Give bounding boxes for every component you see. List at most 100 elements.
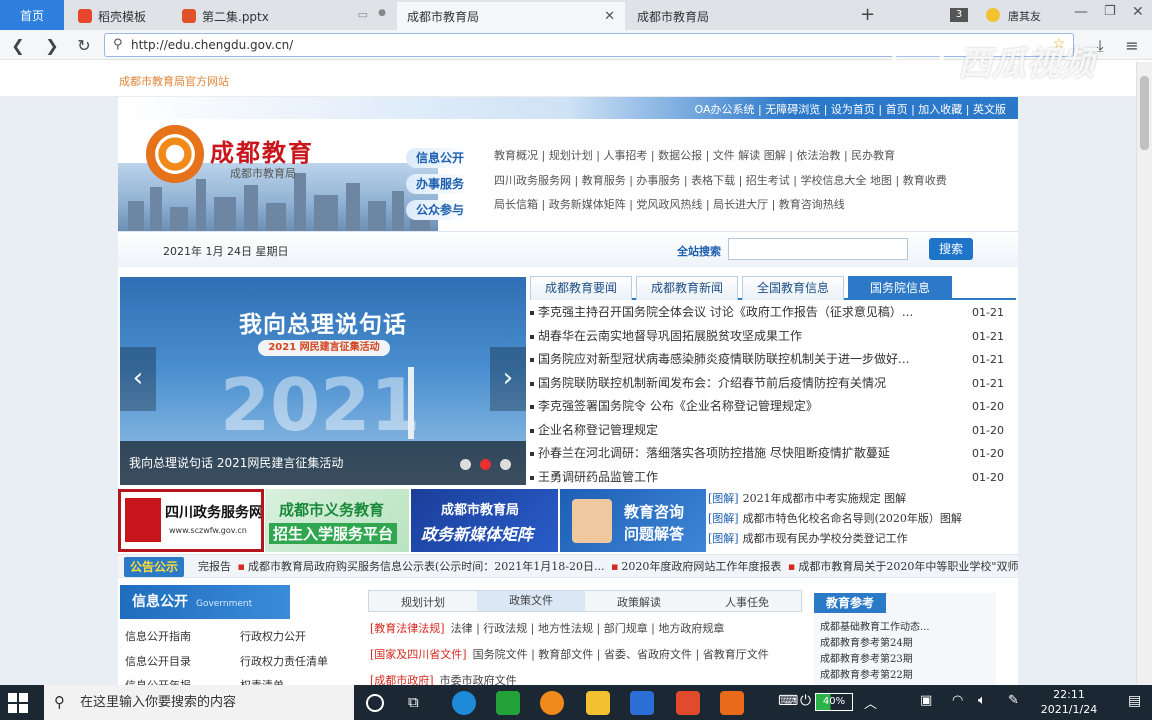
wps-writer-icon[interactable]	[630, 691, 654, 715]
news-item[interactable]: 胡春华在云南实地督导巩固拓展脱贫攻坚成果工作 01-21	[528, 325, 1016, 349]
new-tab-button[interactable]: +	[860, 4, 875, 25]
list-item[interactable]: 成都教育参考第24期	[820, 634, 913, 649]
tab-state-council-info[interactable]: 国务院信息	[848, 276, 952, 300]
nav-row-2[interactable]: 四川政务服务网 | 教育服务 | 办事服务 | 表格下载 | 招生考试 | 学校…	[494, 172, 947, 188]
tab-chengdu-edu-news[interactable]: 成都教育新闻	[636, 276, 738, 300]
news-item[interactable]: 王勇调研药品监管工作 01-20	[528, 466, 1016, 490]
volume-icon[interactable]: 🔈︎	[978, 693, 986, 708]
minimize-icon[interactable]: —	[1074, 4, 1088, 20]
tab-count-badge[interactable]: 3	[950, 8, 968, 22]
list-item[interactable]: 成都教育参考第23期	[820, 650, 913, 665]
info-link[interactable]: 行政权力公开	[240, 628, 306, 644]
notice-text[interactable]: 完报告 ▪ 成都市教育局政府购买服务信息公示表(公示时间：2021年1月18-20…	[198, 555, 1018, 577]
info-link[interactable]: 行政权力责任清单	[240, 653, 328, 669]
avatar[interactable]	[986, 8, 1000, 22]
site-title[interactable]: 成都教育	[210, 133, 314, 168]
news-title[interactable]: 胡春华在云南实地督导巩固拓展脱贫攻坚成果工作	[538, 325, 968, 349]
pen-icon[interactable]: ✎	[1008, 693, 1019, 708]
video-player-icon[interactable]	[720, 691, 744, 715]
browser-icon[interactable]	[452, 691, 476, 715]
carousel-dot[interactable]	[460, 459, 471, 470]
monitor-icon[interactable]: ▭	[358, 8, 368, 21]
news-item[interactable]: 企业名称登记管理规定 01-20	[528, 419, 1016, 443]
label-info-public[interactable]: 信息公开	[406, 148, 470, 168]
news-item[interactable]: 孙春兰在河北调研：落细落实各项防控措施 尽快阻断疫情扩散蔓延 01-20	[528, 442, 1016, 466]
notice-item[interactable]: 2020年度政府网站工作年度报表	[621, 560, 781, 573]
restore-icon[interactable]: ❐	[1104, 4, 1116, 19]
news-title[interactable]: 李克强签署国务院令 公布《企业名称登记管理规定》	[538, 395, 968, 419]
tab-personnel[interactable]: 人事任免	[693, 594, 801, 610]
keyboard-icon[interactable]: ⌨	[778, 693, 798, 709]
policy-row[interactable]: [教育法律法规] 法律 | 行政法规 | 地方性法规 | 部门规章 | 地方政府规…	[370, 620, 724, 636]
user-name[interactable]: 唐其友	[1008, 8, 1041, 24]
info-link[interactable]: 信息公开指南	[125, 628, 191, 644]
news-title[interactable]: 王勇调研药品监管工作	[538, 466, 968, 490]
education-logo[interactable]	[146, 125, 204, 183]
tab-national-edu-info[interactable]: 全国教育信息	[742, 276, 844, 300]
list-item[interactable]: 成都基础教育工作动态...	[820, 618, 930, 633]
label-services[interactable]: 办事服务	[406, 174, 470, 194]
system-clock[interactable]: 22:11 2021/1/24	[1024, 687, 1114, 717]
info-link[interactable]: 权责清单	[240, 677, 284, 685]
info-link[interactable]: 信息公开目录	[125, 653, 191, 669]
site-search-input[interactable]	[728, 238, 908, 260]
banner-edu-consultation[interactable]: 教育咨询 问题解答	[560, 489, 706, 552]
forward-icon[interactable]: ❯	[42, 36, 62, 55]
page-scrollbar[interactable]	[1136, 62, 1152, 685]
windows-start-icon[interactable]	[8, 693, 28, 713]
nav-row-1[interactable]: 教育概况 | 规划计划 | 人事招考 | 数据公报 | 文件 解读 图解 | 依…	[494, 147, 895, 163]
policy-row[interactable]: [成都市政府] 市委市政府文件	[370, 672, 517, 685]
window-close-icon[interactable]: ✕	[1132, 4, 1144, 20]
tab-chengdu-edu-highlights[interactable]: 成都教育要闻	[530, 276, 632, 300]
tab-chengdu-edu[interactable]: 成都市教育局	[627, 2, 847, 30]
tab-policy-interpretation[interactable]: 政策解读	[585, 594, 693, 610]
close-icon[interactable]: ✕	[604, 9, 615, 24]
site-official-label[interactable]: 成都市教育局官方网站	[119, 73, 229, 89]
tab-planning[interactable]: 规划计划	[369, 594, 477, 610]
folder-icon[interactable]	[586, 691, 610, 715]
info-link[interactable]: 信息公开年报	[125, 677, 191, 685]
carousel-prev-button[interactable]: ‹	[120, 347, 156, 411]
tab-pptx[interactable]: 第二集.pptx ▭ ●	[172, 2, 394, 30]
banner-sichuan-gov-service[interactable]: 四川政务服务网 www.sczwfw.gov.cn	[118, 489, 264, 552]
tab-home[interactable]: 首页	[0, 0, 64, 30]
wps-presentation-icon[interactable]	[676, 691, 700, 715]
policy-row[interactable]: [国家及四川省文件] 国务院文件 | 教育部文件 | 省委、省政府文件 | 省教育…	[370, 646, 769, 662]
search-button[interactable]: 搜索	[929, 238, 973, 260]
cortana-icon[interactable]	[366, 694, 384, 712]
carousel-dot[interactable]	[500, 459, 511, 470]
list-item[interactable]: [图解] 2021年成都市中考实施规定 图解	[708, 489, 1008, 509]
banner-new-media-matrix[interactable]: 成都市教育局 政务新媒体矩阵	[411, 489, 558, 552]
carousel-next-button[interactable]: ›	[490, 347, 526, 411]
plug-icon[interactable]: ⏻	[800, 693, 811, 709]
tab-policy-docs[interactable]: 政策文件	[477, 591, 585, 611]
carousel-dot-active[interactable]	[480, 459, 491, 470]
spreadsheet-icon[interactable]	[496, 691, 520, 715]
news-title[interactable]: 国务院应对新型冠状病毒感染肺炎疫情联防联控机制关于进一步做好...	[538, 348, 968, 372]
notice-item[interactable]: 成都市教育局关于2020年中等职业学校"双师型"教师认	[798, 560, 1018, 573]
notice-item[interactable]: 成都市教育局政府购买服务信息公示表(公示时间：2021年1月18-20日...	[248, 560, 604, 573]
taskbar-search-input[interactable]: ⚲ 在这里输入你要搜索的内容	[44, 685, 354, 720]
news-title[interactable]: 企业名称登记管理规定	[538, 419, 968, 443]
wifi-icon[interactable]: ◠	[952, 693, 963, 708]
tab-chengdu-edu-active[interactable]: 成都市教育局 ✕	[397, 2, 625, 30]
back-icon[interactable]: ❮	[8, 36, 28, 55]
notice-item[interactable]: 完报告	[198, 560, 231, 573]
banner-compulsory-edu-enrollment[interactable]: 成都市义务教育 招生入学服务平台	[265, 489, 409, 552]
network-icon[interactable]: ▣	[920, 693, 932, 708]
scroll-thumb[interactable]	[1140, 76, 1149, 150]
label-public-participation[interactable]: 公众参与	[406, 200, 470, 220]
task-view-icon[interactable]: ⧉	[408, 693, 419, 711]
list-item[interactable]: 成都教育参考第22期	[820, 666, 913, 681]
reload-icon[interactable]: ↻	[74, 36, 94, 55]
top-links[interactable]: OA办公系统 | 无障碍浏览 | 设为首页 | 首页 | 加入收藏 | 英文版	[695, 101, 1006, 117]
news-item[interactable]: 国务院应对新型冠状病毒感染肺炎疫情联防联控机制关于进一步做好... 01-21	[528, 348, 1016, 372]
news-title[interactable]: 李克强主持召开国务院全体会议 讨论《政府工作报告（征求意见稿）...	[538, 301, 968, 325]
news-title[interactable]: 国务院联防联控机制新闻发布会：介绍春节前后疫情防控有关情况	[538, 372, 968, 396]
tab-docer[interactable]: 稻壳模板	[68, 2, 170, 30]
list-item[interactable]: [图解] 成都市特色化校名命名导则(2020年版）图解	[708, 509, 1008, 529]
news-item[interactable]: 李克强主持召开国务院全体会议 讨论《政府工作报告（征求意见稿）... 01-21	[528, 301, 1016, 325]
nav-row-3[interactable]: 局长信箱 | 政务新媒体矩阵 | 党风政风热线 | 局长进大厅 | 教育咨询热线	[494, 196, 845, 212]
news-title[interactable]: 孙春兰在河北调研：落细落实各项防控措施 尽快阻断疫情扩散蔓延	[538, 442, 968, 466]
news-item[interactable]: 李克强签署国务院令 公布《企业名称登记管理规定》 01-20	[528, 395, 1016, 419]
